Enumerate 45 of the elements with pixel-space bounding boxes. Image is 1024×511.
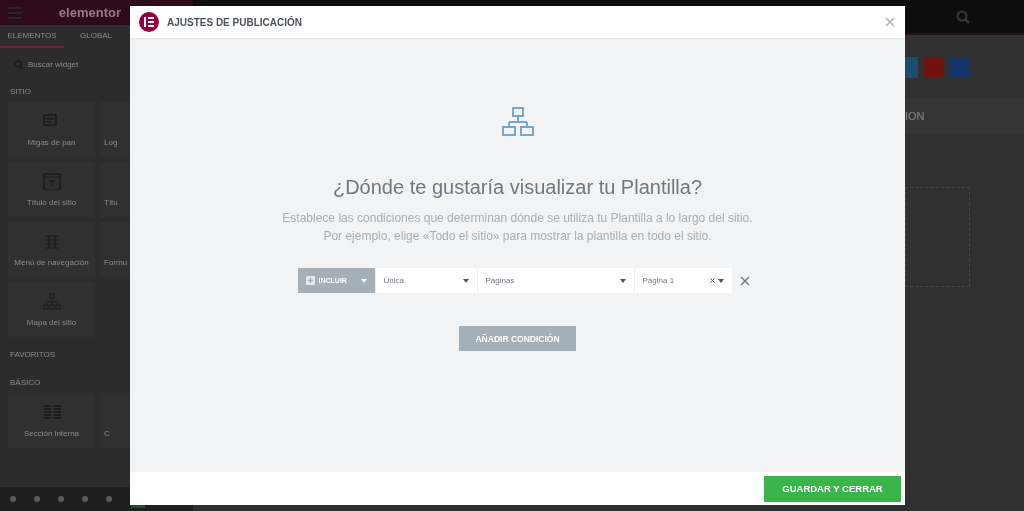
- widget-card[interactable]: Formu: [100, 222, 130, 277]
- section-heading: ION: [905, 110, 925, 122]
- category-title: BÁSICO: [10, 378, 42, 387]
- dialog-title: AJUSTES DE PUBLICACIÓN: [167, 16, 303, 28]
- sitemap-icon: [501, 107, 534, 136]
- panel-tab[interactable]: ELEMENTOS: [0, 25, 64, 48]
- widget-label: C: [104, 428, 110, 438]
- widget-label: Sección interna: [23, 428, 80, 438]
- widget-card[interactable]: Menú de navegación: [8, 222, 95, 277]
- widget-card[interactable]: Mapa del sitio: [8, 282, 95, 337]
- condition-select[interactable]: Página 1: [633, 268, 732, 293]
- category-title: FAVORITOS: [10, 350, 57, 359]
- plus-icon: [305, 276, 315, 285]
- dialog-heading: ¿Dónde te gustaría visualizar tu Plantilla?: [332, 176, 703, 199]
- widget-card[interactable]: C: [100, 393, 130, 448]
- caret-icon: [717, 278, 724, 283]
- widget-label: Log: [104, 137, 118, 147]
- elementor-logo: elementor: [58, 5, 121, 20]
- search-field[interactable]: Buscar widget: [28, 59, 108, 69]
- clear-icon[interactable]: [709, 278, 715, 283]
- condition-select[interactable]: Única: [374, 268, 477, 293]
- close-icon[interactable]: [885, 17, 895, 27]
- dialog-description: Establece las condiciones que determinan dónde se utiliza tu Plantilla a lo largo del sitio. Por ejemplo, elige «Todo el sitio» para mostrar la plantilla en todo el sitio.: [282, 210, 753, 245]
- category-title: SITIO: [10, 87, 32, 96]
- widget-card[interactable]: Título del sitio: [8, 162, 95, 217]
- widget-label: Formu: [104, 257, 128, 267]
- search-icon[interactable]: [956, 9, 970, 24]
- condition-select[interactable]: Páginas: [476, 268, 634, 293]
- caret-icon: [619, 278, 626, 283]
- widget-card[interactable]: Migas de pan: [8, 102, 95, 157]
- widget-label: Migas de pan: [27, 137, 76, 147]
- widget-card[interactable]: Títu: [100, 162, 130, 217]
- panel-tab[interactable]: GLOBAL: [64, 25, 128, 48]
- caret-icon: [360, 278, 367, 283]
- widget-label: Títu: [104, 197, 118, 207]
- widget-card[interactable]: Log: [100, 102, 130, 157]
- elementor-logo-icon: [139, 12, 159, 32]
- save-and-close-button[interactable]: GUARDAR Y CERRAR: [764, 475, 901, 502]
- widget-label: Título del sitio: [26, 197, 77, 207]
- widget-label: Mapa del sitio: [26, 317, 77, 327]
- widget-label: Menú de navegación: [14, 257, 89, 267]
- add-condition-button[interactable]: AÑADIR CONDICIÓN: [459, 326, 576, 351]
- close-icon[interactable]: [739, 275, 750, 286]
- caret-icon: [462, 278, 469, 283]
- widget-card[interactable]: Sección interna: [8, 393, 95, 448]
